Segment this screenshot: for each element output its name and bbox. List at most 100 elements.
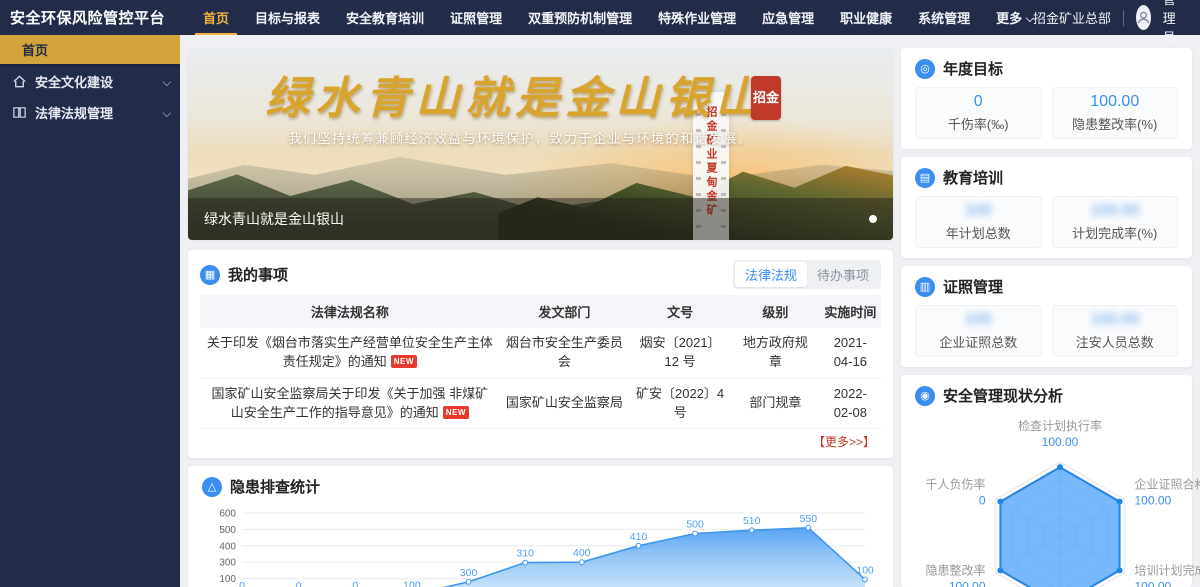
- nav-license-mgmt[interactable]: 证照管理: [450, 8, 502, 27]
- radar-axis-label: 培训计划完成率100.00: [1134, 563, 1200, 587]
- education-card: ▤ 教育培训 100 年计划总数 100.00 计划完成率(%): [901, 157, 1192, 258]
- sidebar-item-safety-culture[interactable]: 安全文化建设: [0, 66, 180, 97]
- annual-target-card: ◎ 年度目标 0 千伤率(‰) 100.00 隐患整改率(%): [901, 48, 1192, 149]
- hazard-area-chart: 010030040050060002022-0102022-0202022-03…: [202, 501, 879, 587]
- zhaojin-seal: 招金: [751, 76, 781, 120]
- svg-text:300: 300: [219, 558, 236, 569]
- stat-safety-officer-total: 100.00 注安人员总数: [1052, 305, 1179, 357]
- svg-text:500: 500: [686, 519, 704, 531]
- nav-home[interactable]: 首页: [203, 8, 229, 27]
- banner-subtitle: 我们坚持统筹兼顾经济效益与环境保护，致力于企业与环境的和谐发展。: [188, 128, 853, 147]
- matters-tab-toggle: 法律法规 待办事项: [733, 260, 881, 289]
- law-link[interactable]: 国家矿山安全监察局关于印发《关于加强 非煤矿山安全生产工作的指导意见》的通知NE…: [200, 378, 500, 429]
- nav-dual-prevention[interactable]: 双重预防机制管理: [528, 8, 632, 27]
- divider: [1123, 10, 1124, 26]
- stat-injury-rate: 0 千伤率(‰): [915, 87, 1042, 139]
- svg-text:550: 550: [800, 513, 818, 525]
- col-doc-no: 文号: [629, 295, 731, 328]
- tab-todo[interactable]: 待办事项: [807, 262, 879, 287]
- law-dept: 国家矿山安全监察局: [500, 378, 629, 429]
- new-badge: NEW: [443, 406, 469, 420]
- user-name[interactable]: 管理员: [1163, 0, 1186, 46]
- banner-caption-bar: 绿水青山就是金山银山: [188, 198, 893, 240]
- book-icon: [12, 105, 27, 120]
- banner-headline: 绿水青山就是金山银山: [188, 62, 843, 126]
- analysis-title: 安全管理现状分析: [943, 385, 1063, 406]
- svg-text:0: 0: [239, 580, 245, 587]
- new-badge: NEW: [391, 355, 417, 369]
- education-icon: ▤: [915, 168, 935, 188]
- svg-text:100: 100: [219, 574, 236, 585]
- table-header-row: 法律法规名称 发文部门 文号 级别 实施时间: [200, 295, 881, 328]
- nav-goals-reports[interactable]: 目标与报表: [255, 8, 320, 27]
- svg-text:100: 100: [856, 565, 874, 577]
- safety-radar-chart: 检查计划执行率100.00企业证照合格率100.00培训计划完成率100.00报…: [915, 418, 1200, 587]
- col-dept: 发文部门: [500, 295, 629, 328]
- top-nav: 首页 目标与报表 安全教育培训 证照管理 双重预防机制管理 特殊作业管理 应急管…: [203, 8, 1033, 27]
- law-dept: 烟台市安全生产委员会: [500, 328, 629, 378]
- banner-caption: 绿水青山就是金山银山: [204, 209, 344, 229]
- sidebar-item-home[interactable]: 首页: [0, 35, 180, 66]
- top-header: 安全环保风险管控平台 首页 目标与报表 安全教育培训 证照管理 双重预防机制管理…: [0, 0, 1200, 35]
- svg-text:510: 510: [743, 516, 761, 528]
- law-level: 部门规章: [731, 378, 820, 429]
- radar-axis-label: 隐患整改率100.00: [926, 563, 986, 587]
- svg-text:300: 300: [460, 567, 478, 579]
- law-date: 2022-02-08: [820, 378, 881, 429]
- law-doc-no: 烟安〔2021〕12 号: [629, 328, 731, 378]
- license-card: ▥ 证照管理 100 企业证照总数 100.00 注安人员总数: [901, 266, 1192, 367]
- svg-text:500: 500: [219, 525, 236, 536]
- license-icon: ▥: [915, 277, 935, 297]
- laws-table: 法律法规名称 发文部门 文号 级别 实施时间 关于印发《烟台市落实生产经营单位安…: [200, 295, 881, 429]
- svg-text:0: 0: [296, 580, 302, 587]
- nav-safety-training[interactable]: 安全教育培训: [346, 8, 424, 27]
- stat-plan-complete-rate: 100.00 计划完成率(%): [1052, 196, 1179, 248]
- stat-plan-total: 100 年计划总数: [915, 196, 1042, 248]
- chevron-down-icon: [163, 108, 171, 116]
- target-icon: ◎: [915, 59, 935, 79]
- radar-axis-label: 千人负伤率0: [926, 477, 986, 508]
- stat-license-total: 100 企业证照总数: [915, 305, 1042, 357]
- law-link[interactable]: 关于印发《烟台市落实生产经营单位安全生产主体责任规定》的通知NEW: [200, 328, 500, 378]
- license-title: 证照管理: [943, 276, 1003, 297]
- chevron-down-icon: [163, 77, 171, 85]
- hazard-icon: △: [202, 477, 222, 497]
- sidebar-item-laws[interactable]: 法律法规管理: [0, 97, 180, 128]
- home-icon: [12, 74, 27, 89]
- svg-text:100: 100: [403, 580, 421, 587]
- org-name: 招金矿业总部: [1033, 8, 1111, 27]
- carousel-dot[interactable]: [869, 215, 877, 223]
- banner-carousel: 招金矿业夏甸金矿 绿水青山就是金山银山 招金 我们坚持统筹兼顾经济效益与环境保护…: [188, 48, 893, 240]
- radar-axis-label: 企业证照合格率100.00: [1134, 477, 1200, 508]
- header-right: 招金矿业总部 管理员: [1033, 0, 1186, 46]
- col-level: 级别: [731, 295, 820, 328]
- nav-more[interactable]: 更多: [996, 8, 1033, 27]
- main-content: 招金矿业夏甸金矿 绿水青山就是金山银山 招金 我们坚持统筹兼顾经济效益与环境保护…: [180, 35, 1200, 587]
- table-row[interactable]: 关于印发《烟台市落实生产经营单位安全生产主体责任规定》的通知NEW 烟台市安全生…: [200, 328, 881, 378]
- analysis-icon: ◉: [915, 386, 935, 406]
- user-avatar[interactable]: [1136, 5, 1151, 30]
- svg-text:0: 0: [352, 580, 358, 587]
- person-icon: [1136, 10, 1151, 25]
- nav-system-mgmt[interactable]: 系统管理: [918, 8, 970, 27]
- law-doc-no: 矿安〔2022〕4号: [629, 378, 731, 429]
- more-link[interactable]: 【更多>>】: [813, 435, 875, 449]
- svg-text:600: 600: [219, 509, 236, 520]
- nav-special-ops[interactable]: 特殊作业管理: [658, 8, 736, 27]
- chevron-down-icon: [1026, 14, 1034, 22]
- matters-title: 我的事项: [228, 264, 288, 285]
- nav-occupational-health[interactable]: 职业健康: [840, 8, 892, 27]
- law-level: 地方政府规章: [731, 328, 820, 378]
- col-law-name: 法律法规名称: [200, 295, 500, 328]
- svg-text:310: 310: [516, 548, 534, 560]
- stat-rectify-rate: 100.00 隐患整改率(%): [1052, 87, 1179, 139]
- hazard-title: 隐患排查统计: [230, 476, 320, 497]
- tab-laws[interactable]: 法律法规: [735, 262, 807, 287]
- app-title: 安全环保风险管控平台: [10, 7, 165, 28]
- table-row[interactable]: 国家矿山安全监察局关于印发《关于加强 非煤矿山安全生产工作的指导意见》的通知NE…: [200, 378, 881, 429]
- my-matters-card: ▦ 我的事项 法律法规 待办事项 法律法规名称 发文部门 文号 级别 实施时间: [188, 250, 893, 458]
- col-date: 实施时间: [820, 295, 881, 328]
- nav-emergency[interactable]: 应急管理: [762, 8, 814, 27]
- sidebar: 首页 安全文化建设 法律法规管理: [0, 35, 180, 587]
- svg-text:410: 410: [630, 531, 648, 543]
